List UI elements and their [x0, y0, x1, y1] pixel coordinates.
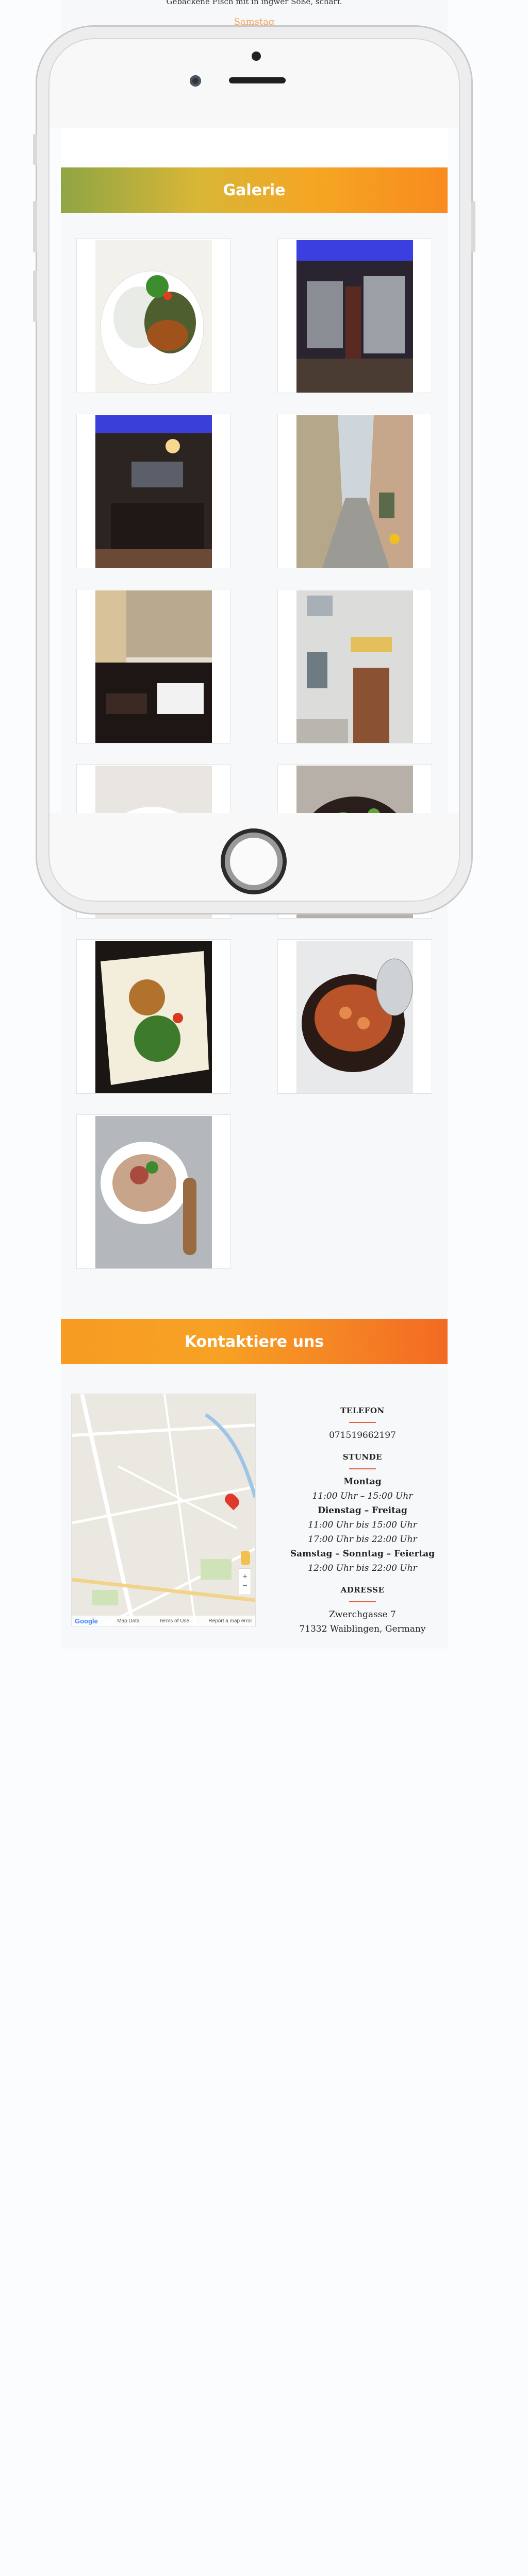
- hours-day: Samstag – Sonntag – Feiertag: [290, 1549, 435, 1559]
- sensor-icon: [190, 75, 201, 87]
- power-button: [471, 201, 475, 252]
- volume-down-button: [33, 270, 37, 322]
- gallery-item[interactable]: [277, 939, 432, 1094]
- gallery-photo-tables: [95, 590, 212, 743]
- gallery-photo-clay-pot: [296, 941, 413, 1093]
- gallery-item[interactable]: [76, 414, 231, 568]
- gallery-photo-alley: [296, 415, 413, 568]
- zoom-out-button[interactable]: −: [242, 1582, 247, 1591]
- gallery-photo-facade: [296, 590, 413, 743]
- gallery-item[interactable]: [277, 589, 432, 743]
- gallery-photo-interior: [95, 415, 212, 568]
- home-button[interactable]: [225, 833, 283, 890]
- map-data-link[interactable]: Map Data: [117, 1618, 139, 1624]
- gallery-photo-soup: [95, 1116, 212, 1268]
- zoom-in-button[interactable]: +: [242, 1572, 247, 1582]
- divider: [349, 1601, 376, 1602]
- hours-day: Dienstag – Freitag: [318, 1505, 407, 1516]
- gallery-title: Galerie: [61, 167, 448, 213]
- divider: [349, 1422, 376, 1423]
- mute-switch: [33, 134, 37, 165]
- location-map[interactable]: + − Google Map Data Terms of Use Report …: [71, 1394, 256, 1626]
- google-logo: Google: [75, 1617, 98, 1625]
- gallery-item[interactable]: [277, 414, 432, 568]
- address-label: ADRESSE: [340, 1585, 385, 1595]
- hours-day: Montag: [343, 1477, 382, 1487]
- gallery-photo-salad-rice: [95, 941, 212, 1093]
- gallery-item[interactable]: [76, 939, 231, 1094]
- zoom-controls[interactable]: + −: [239, 1568, 251, 1595]
- street-view-icon[interactable]: [241, 1551, 250, 1565]
- map-footer: Google Map Data Terms of Use Report a ma…: [72, 1616, 255, 1626]
- gallery-item[interactable]: [76, 1114, 231, 1269]
- hours-time: 12:00 Uhr bis 22:00 Uhr: [308, 1563, 417, 1573]
- gallery-section: Galerie: [61, 167, 448, 1296]
- address-street: Zwerchgasse 7: [329, 1609, 396, 1620]
- screen-blank-area: [61, 128, 448, 167]
- hours-time: 11:00 Uhr bis 15:00 Uhr: [308, 1520, 417, 1530]
- report-error-link[interactable]: Report a map error: [209, 1618, 252, 1624]
- volume-up-button: [33, 201, 37, 252]
- phone-label: TELEFON: [340, 1406, 385, 1415]
- contact-info: TELEFON 071519662197 STUNDE Montag 11:00…: [277, 1396, 448, 1636]
- phone-number[interactable]: 071519662197: [277, 1428, 448, 1443]
- divider: [349, 1468, 376, 1469]
- gallery-item[interactable]: [277, 239, 432, 393]
- hours-time: 17:00 Uhr bis 22:00 Uhr: [308, 1534, 417, 1545]
- hours-time: 11:00 Uhr – 15:00 Uhr: [312, 1491, 413, 1501]
- contact-title: Kontaktiere uns: [61, 1319, 448, 1364]
- address-city: 71332 Waiblingen, Germany: [299, 1624, 426, 1634]
- contact-section: Kontaktiere uns + − Google Map Data Term…: [61, 1319, 448, 1649]
- gallery-item[interactable]: [76, 589, 231, 743]
- gallery-item[interactable]: [76, 239, 231, 393]
- hours-label: STUNDE: [342, 1452, 383, 1462]
- map-streets: [72, 1394, 255, 1626]
- dish-caption: Gebackene Fisch mit in ingwer Soße, scha…: [166, 0, 342, 6]
- gallery-photo-dish: [95, 240, 212, 393]
- terms-link[interactable]: Terms of Use: [159, 1618, 189, 1624]
- hours-link[interactable]: Samstag: [61, 16, 448, 27]
- speaker-grille: [229, 77, 286, 83]
- front-camera-icon: [252, 52, 261, 61]
- gallery-photo-entrance: [296, 240, 413, 393]
